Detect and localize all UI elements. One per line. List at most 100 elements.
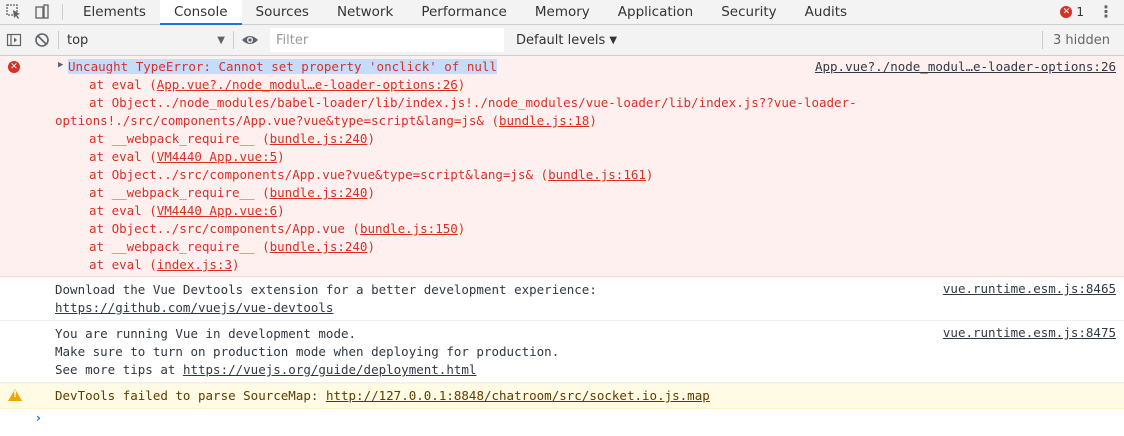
stack-frame-text: at Object../node_modules/babel-loader/li… xyxy=(89,95,857,110)
stack-frame-text: ) xyxy=(457,221,466,236)
tab-audits[interactable]: Audits xyxy=(791,0,861,24)
stack-frame-text: ) xyxy=(367,185,375,200)
clear-console-icon[interactable] xyxy=(28,28,56,52)
stack-frame-link[interactable]: bundle.js:161 xyxy=(548,167,646,182)
message-line: https://github.com/vuejs/vue-devtools xyxy=(0,299,1124,317)
error-count: 1 xyxy=(1076,5,1084,19)
live-expression-eye-icon[interactable] xyxy=(236,28,264,52)
devtools-tabbar: Elements Console Sources Network Perform… xyxy=(0,0,1124,25)
tab-console[interactable]: Console xyxy=(159,0,242,25)
warning-icon: ! xyxy=(8,389,22,401)
toolbar-divider xyxy=(233,31,234,49)
stack-frame-text: options!./src/components/App.vue?vue&typ… xyxy=(55,113,500,128)
tab-sources[interactable]: Sources xyxy=(242,0,323,24)
log-levels-dropdown[interactable]: Default levels ▼ xyxy=(516,33,617,48)
stack-frame-link[interactable]: App.vue?./node_modul…e-loader-options:26 xyxy=(157,77,458,92)
tab-security[interactable]: Security xyxy=(707,0,790,24)
tab-elements[interactable]: Elements xyxy=(69,0,160,24)
vue-deployment-link[interactable]: https://vuejs.org/guide/deployment.html xyxy=(183,362,477,377)
error-source-link[interactable]: App.vue?./node_modul…e-loader-options:26 xyxy=(815,59,1116,74)
stack-frame-text: ) xyxy=(367,131,375,146)
sourcemap-link[interactable]: http://127.0.0.1:8848/chatroom/src/socke… xyxy=(326,388,710,403)
stack-frame-text: at eval ( xyxy=(89,149,157,164)
more-options-icon[interactable]: ⋮ xyxy=(1098,4,1114,20)
stack-frame: at eval (VM4440 App.vue:5) xyxy=(0,148,1124,166)
error-stack-trace: at eval (App.vue?./node_modul…e-loader-o… xyxy=(0,76,1124,274)
filter-input[interactable]: Filter xyxy=(270,28,504,52)
stack-frame: at Object../src/components/App.vue?vue&t… xyxy=(0,166,1124,184)
stack-frame-text: at __webpack_require__ ( xyxy=(89,185,270,200)
stack-frame-text: at __webpack_require__ ( xyxy=(89,239,270,254)
stack-frame-link[interactable]: bundle.js:18 xyxy=(499,113,589,128)
stack-frame-text: ) xyxy=(645,167,654,182)
inspect-element-icon[interactable] xyxy=(0,0,28,24)
hidden-messages-count: 3 hidden xyxy=(1042,25,1110,55)
tab-application[interactable]: Application xyxy=(604,0,707,24)
chevron-down-icon: ▼ xyxy=(609,34,618,46)
stack-frame: at eval (VM4440 App.vue:6) xyxy=(0,202,1124,220)
context-selector[interactable]: top ▼ xyxy=(61,29,231,51)
message-source-link[interactable]: vue.runtime.esm.js:8475 xyxy=(943,325,1116,340)
stack-frame: at eval (App.vue?./node_modul…e-loader-o… xyxy=(0,76,1124,94)
stack-frame-text: at eval ( xyxy=(89,257,157,272)
context-value: top xyxy=(67,32,89,48)
log-levels-label: Default levels xyxy=(516,32,606,48)
stack-frame-text: ) xyxy=(277,203,285,218)
stack-frame-text: at eval ( xyxy=(89,203,157,218)
tabbar-right-controls: ✕ 1 ⋮ xyxy=(1060,0,1114,24)
stack-frame: at __webpack_require__ (bundle.js:240) xyxy=(0,130,1124,148)
toolbar-divider xyxy=(1042,31,1043,49)
error-icon: ✕ xyxy=(8,61,20,73)
stack-frame-text: at Object../src/components/App.vue?vue&t… xyxy=(89,167,549,182)
vue-devtools-link[interactable]: https://github.com/vuejs/vue-devtools xyxy=(55,300,333,315)
tab-network[interactable]: Network xyxy=(323,0,407,24)
console-prompt[interactable]: › xyxy=(0,409,1124,431)
stack-frame: at Object../node_modules/babel-loader/li… xyxy=(0,94,1124,112)
message-text: See more tips at xyxy=(55,362,183,377)
chevron-down-icon: ▼ xyxy=(217,34,225,46)
stack-frame-link[interactable]: VM4440 App.vue:5 xyxy=(157,149,277,164)
stack-frame: at __webpack_require__ (bundle.js:240) xyxy=(0,184,1124,202)
vue-devmode-message: You are running Vue in development mode.… xyxy=(0,321,1124,383)
stack-frame-text: ) xyxy=(589,113,597,128)
stack-frame-text: at Object../src/components/App.vue ( xyxy=(89,221,360,236)
tab-memory[interactable]: Memory xyxy=(521,0,604,24)
message-line: DevTools failed to parse SourceMap: http… xyxy=(0,387,1124,405)
stack-frame-link[interactable]: index.js:3 xyxy=(157,257,232,272)
stack-frame: at Object../src/components/App.vue (bund… xyxy=(0,220,1124,238)
toolbar-divider xyxy=(62,4,63,20)
stack-frame-link[interactable]: bundle.js:150 xyxy=(360,221,458,236)
device-toolbar-icon[interactable] xyxy=(28,0,56,24)
show-sidebar-icon[interactable] xyxy=(0,28,28,52)
error-icon: ✕ xyxy=(1060,6,1073,18)
stack-frame-link[interactable]: VM4440 App.vue:6 xyxy=(157,203,277,218)
prompt-chevron-icon: › xyxy=(36,411,41,425)
stack-frame-text: ) xyxy=(367,239,375,254)
stack-frame-link[interactable]: bundle.js:240 xyxy=(270,185,368,200)
stack-frame: at __webpack_require__ (bundle.js:240) xyxy=(0,238,1124,256)
message-text: Make sure to turn on production mode whe… xyxy=(55,344,560,359)
stack-frame-text: ) xyxy=(277,149,285,164)
error-count-badge[interactable]: ✕ 1 xyxy=(1060,5,1084,19)
error-text: Uncaught TypeError: Cannot set property … xyxy=(68,59,497,74)
vue-devtools-message: Download the Vue Devtools extension for … xyxy=(0,277,1124,321)
stack-frame-text: at eval ( xyxy=(89,77,157,92)
tab-performance[interactable]: Performance xyxy=(407,0,521,24)
stack-frame-text: at __webpack_require__ ( xyxy=(89,131,270,146)
warning-text: DevTools failed to parse SourceMap: xyxy=(55,388,326,403)
stack-frame: at eval (index.js:3) xyxy=(0,256,1124,274)
message-line: See more tips at https://vuejs.org/guide… xyxy=(0,361,1124,379)
console-messages: ✕ ▶ Uncaught TypeError: Cannot set prope… xyxy=(0,56,1124,431)
toolbar-divider xyxy=(58,31,59,49)
stack-frame-link[interactable]: bundle.js:240 xyxy=(270,239,368,254)
sourcemap-warning: ! DevTools failed to parse SourceMap: ht… xyxy=(0,383,1124,409)
stack-frame: options!./src/components/App.vue?vue&typ… xyxy=(0,112,1124,130)
stack-frame-link[interactable]: bundle.js:240 xyxy=(270,131,368,146)
expand-triangle-icon[interactable]: ▶ xyxy=(58,60,63,70)
message-source-link[interactable]: vue.runtime.esm.js:8465 xyxy=(943,281,1116,296)
hidden-count-label: 3 hidden xyxy=(1053,32,1110,48)
stack-frame-text: ) xyxy=(232,257,240,272)
error-message[interactable]: ✕ ▶ Uncaught TypeError: Cannot set prope… xyxy=(0,56,1124,277)
console-toolbar: top ▼ Filter Default levels ▼ 3 hidden xyxy=(0,25,1124,56)
stack-frame-text: ) xyxy=(457,77,466,92)
